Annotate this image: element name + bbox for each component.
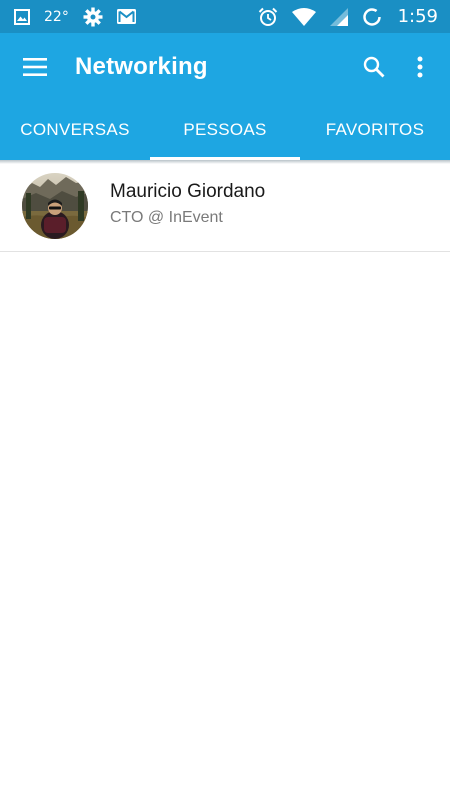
list-item[interactable]: Mauricio Giordano CTO @ InEvent — [0, 160, 450, 252]
search-button[interactable] — [351, 33, 397, 100]
people-list: Mauricio Giordano CTO @ InEvent — [0, 160, 450, 252]
menu-icon — [23, 57, 47, 76]
tab-pessoas[interactable]: PESSOAS — [150, 100, 300, 160]
more-options-button[interactable] — [397, 33, 443, 100]
tab-favoritos[interactable]: FAVORITOS — [300, 100, 450, 160]
person-name: Mauricio Giordano — [110, 180, 266, 202]
app-bar: Networking — [0, 33, 450, 100]
tab-label: FAVORITOS — [325, 120, 425, 139]
tab-label: CONVERSAS — [20, 120, 130, 139]
tab-bar: CONVERSAS PESSOAS FAVORITOS — [0, 100, 450, 160]
temperature-text: 22° — [44, 8, 69, 25]
alarm-icon — [258, 7, 278, 27]
person-role: CTO @ InEvent — [110, 208, 223, 226]
status-bar: 22° 1:59 — [0, 0, 450, 33]
more-vert-icon — [417, 56, 423, 77]
person-text: Mauricio Giordano CTO @ InEvent — [110, 181, 265, 227]
settings-icon — [83, 7, 103, 27]
gmail-icon — [116, 9, 136, 24]
tab-label: PESSOAS — [183, 120, 267, 139]
menu-button[interactable] — [0, 33, 70, 100]
wifi-icon — [291, 7, 316, 26]
battery-saver-icon — [362, 7, 382, 27]
clock-text: 1:59 — [397, 6, 438, 27]
image-icon — [14, 8, 30, 25]
tab-conversas[interactable]: CONVERSAS — [0, 100, 150, 160]
status-bar-left: 22° — [14, 7, 136, 27]
avatar — [22, 172, 88, 239]
page-title: Networking — [75, 52, 208, 80]
search-icon — [363, 56, 385, 77]
signal-icon — [329, 7, 348, 26]
status-bar-right: 1:59 — [258, 6, 438, 27]
